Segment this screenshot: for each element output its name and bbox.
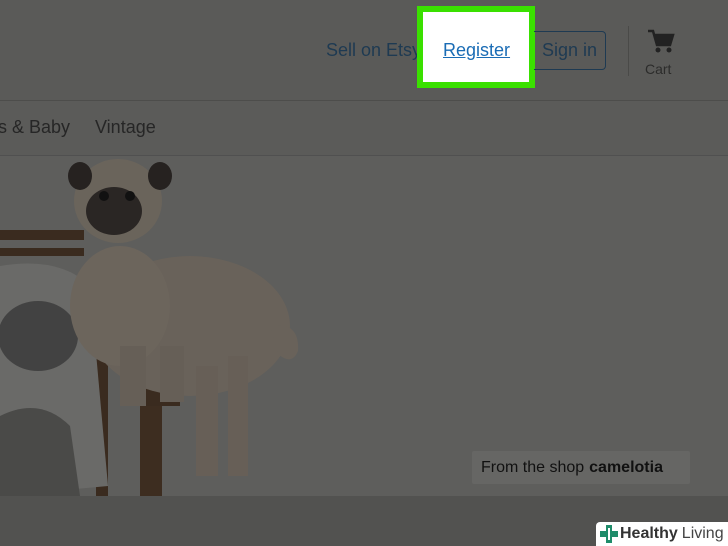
watermark-brand-light: Living [681,525,724,542]
register-link[interactable]: Register [443,40,510,61]
sell-on-etsy-link[interactable]: Sell on Etsy [326,40,421,61]
plus-cross-logo [600,525,618,543]
shop-caption[interactable]: From the shop camelotia [472,451,690,484]
sign-in-button[interactable]: Sign in [534,31,606,70]
caption-prefix: From the shop [481,458,585,476]
category-vintage[interactable]: Vintage [95,117,156,138]
watermark-brand-bold: Healthy [620,525,678,542]
watermark: Healthy Living [596,522,728,546]
cart-icon [648,29,675,53]
category-kids-baby[interactable]: s & Baby [0,117,70,138]
caption-shop-name: camelotia [589,458,663,476]
hero-banner[interactable] [0,156,728,496]
header-separator [628,26,629,76]
sign-in-label: Sign in [541,40,598,60]
cart-label: Cart [645,61,672,77]
hero-pug-image [0,156,728,496]
